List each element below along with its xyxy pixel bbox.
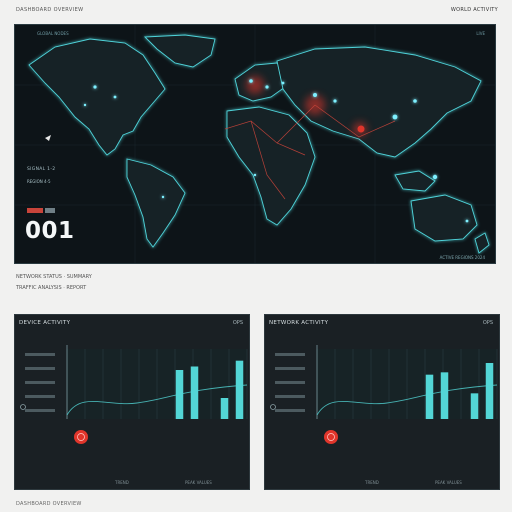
chart-footer-left: TREND xyxy=(115,480,129,485)
map-footer: ACTIVE REGIONS 2024 xyxy=(439,255,485,260)
bar xyxy=(440,372,449,419)
bar-chart-1 xyxy=(20,345,248,444)
bar xyxy=(235,360,244,419)
y-tick-label xyxy=(275,381,305,384)
y-tick-label xyxy=(25,395,55,398)
map-signal-label: SIGNAL 1-2 xyxy=(27,167,56,172)
alert-marker xyxy=(357,125,365,133)
world-map xyxy=(15,25,495,263)
bar xyxy=(220,398,229,419)
bar xyxy=(425,374,434,419)
y-tick-label xyxy=(25,367,55,370)
axis-icon xyxy=(270,404,276,410)
y-tick-label xyxy=(275,353,305,356)
y-tick-label xyxy=(275,395,305,398)
bar xyxy=(470,393,479,419)
y-tick-label xyxy=(275,409,305,412)
chart-footer-left: TREND xyxy=(365,480,379,485)
y-tick-label xyxy=(275,367,305,370)
bar xyxy=(175,370,184,419)
summary-text: NETWORK STATUS · SUMMARY TRAFFIC ANALYSI… xyxy=(16,272,92,294)
top-right-caption: WORLD ACTIVITY xyxy=(450,7,498,13)
chart-footer-right: PEAK VALUES xyxy=(185,480,212,485)
world-map-panel: GLOBAL NODES LIVE SIGNAL 1-2 REGION 4-5 … xyxy=(14,24,496,264)
axis-icon xyxy=(20,404,26,410)
big-counter: 001 xyxy=(25,218,75,244)
y-tick-label xyxy=(25,409,55,412)
legend-bar-grey xyxy=(45,208,55,213)
bar xyxy=(190,366,199,419)
alert-badge-icon xyxy=(324,430,338,444)
bar xyxy=(485,363,494,419)
alert-badge-icon xyxy=(74,430,88,444)
map-region-label: REGION 4-5 xyxy=(27,179,51,184)
summary-line-1: NETWORK STATUS · SUMMARY xyxy=(16,274,92,280)
map-corner-label: GLOBAL NODES xyxy=(37,31,69,36)
summary-line-2: TRAFFIC ANALYSIS · REPORT xyxy=(16,285,87,291)
top-caption: DASHBOARD OVERVIEW xyxy=(16,7,84,13)
bar-chart-2 xyxy=(270,345,498,444)
chart-panel-1: DEVICE ACTIVITY OPS TREND PEAK VALUES xyxy=(14,314,250,490)
map-corner-status: LIVE xyxy=(476,31,485,36)
chart-footer-right: PEAK VALUES xyxy=(435,480,462,485)
y-tick-label xyxy=(25,353,55,356)
chart-panel-2: NETWORK ACTIVITY OPS TREND PEAK VALUES xyxy=(264,314,500,490)
legend-bar-red xyxy=(27,208,43,213)
y-tick-label xyxy=(25,381,55,384)
bottom-caption: DASHBOARD OVERVIEW xyxy=(16,501,82,507)
